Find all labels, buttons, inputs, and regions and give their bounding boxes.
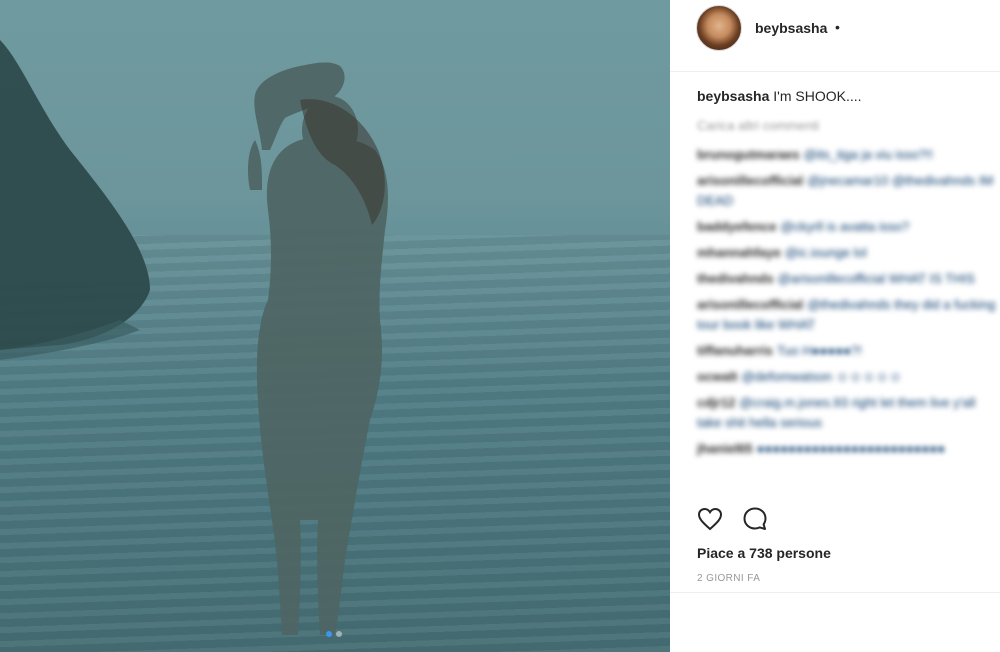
carousel-dot-2[interactable] (336, 631, 342, 637)
header-bullet: • (835, 19, 840, 35)
heart-icon[interactable] (696, 505, 724, 533)
post-username[interactable]: beybsasha (755, 20, 827, 36)
photo-scene (0, 40, 388, 635)
post-actions (670, 505, 1000, 535)
load-more-comments-link[interactable]: Carica altri commenti (697, 118, 819, 133)
comment-username[interactable]: cdjr12 (697, 395, 735, 410)
comment-item: tiffanuharris Tuo H●●●●●?! (697, 341, 997, 361)
caption-text: I'm SHOOK.... (773, 88, 862, 104)
comments-list: brunogutmaraes @its_tiga ja viu isso?!! a… (697, 145, 997, 465)
comment-username[interactable]: jhaniel65 (697, 441, 753, 456)
comment-text: Tuo H●●●●●?! (776, 343, 862, 358)
comment-username[interactable]: mhannahfaye (697, 245, 781, 260)
divider (670, 592, 1000, 593)
post-photo[interactable] (0, 0, 670, 652)
comment-icon[interactable] (741, 505, 769, 533)
comment-item: arisonillecofficial @jnecamar10 @thedivah… (697, 171, 997, 211)
post-caption: beybsasha I'm SHOOK.... (697, 88, 862, 104)
comment-text: @craig.m.jones.93 right let them live y'… (697, 395, 976, 430)
rock-silhouette (0, 40, 150, 350)
comment-text: @ckyrll is avatta isso? (780, 219, 910, 234)
comment-text: @arisonillecofficial WHAT IS THIS (777, 271, 975, 286)
comment-username[interactable]: brunogutmaraes (697, 147, 800, 162)
comment-item: brunogutmaraes @its_tiga ja viu isso?!! (697, 145, 997, 165)
comment-text: @ic.iounge lol (784, 245, 867, 260)
comment-text: @defomwatson ☺☺☺☺☺ (741, 369, 902, 384)
comment-item: baddyefence @ckyrll is avatta isso? (697, 217, 997, 237)
comment-text: @its_tiga ja viu isso?!! (803, 147, 934, 162)
comment-text: ●●●●●●●●●●●●●●●●●●●●●●●● (756, 441, 946, 456)
carousel-indicator (326, 631, 342, 637)
comment-username[interactable]: thedivahnds (697, 271, 774, 286)
post-sidebar: beybsasha • beybsasha I'm SHOOK.... Cari… (670, 0, 1000, 652)
post-timestamp[interactable]: 2 GIORNI FA (697, 573, 760, 584)
comment-item: thedivahnds @arisonillecofficial WHAT IS … (697, 269, 997, 289)
avatar[interactable] (696, 5, 742, 51)
comment-username[interactable]: baddyefence (697, 219, 776, 234)
comment-username[interactable]: ocwalt (697, 369, 737, 384)
post-header: beybsasha • (670, 0, 1000, 72)
likes-count[interactable]: Piace a 738 persone (697, 545, 831, 561)
comment-username[interactable]: arisonillecofficial (697, 173, 803, 188)
comment-item: jhaniel65 ●●●●●●●●●●●●●●●●●●●●●●●● (697, 439, 997, 459)
comment-item: ocwalt @defomwatson ☺☺☺☺☺ (697, 367, 997, 387)
carousel-dot-1[interactable] (326, 631, 332, 637)
comment-item: mhannahfaye @ic.iounge lol (697, 243, 997, 263)
comment-username[interactable]: arisonillecofficial (697, 297, 803, 312)
caption-username[interactable]: beybsasha (697, 88, 769, 104)
comment-item: arisonillecofficial @thedivahnds they did… (697, 295, 997, 335)
comment-item: cdjr12 @craig.m.jones.93 right let them l… (697, 393, 997, 433)
comment-username[interactable]: tiffanuharris (697, 343, 773, 358)
